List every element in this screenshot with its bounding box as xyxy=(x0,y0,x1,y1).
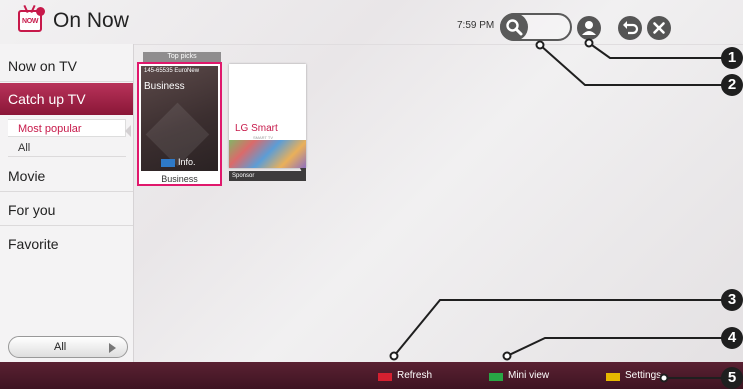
callout-3: 3 xyxy=(721,289,743,311)
callout-5: 5 xyxy=(721,367,743,389)
callout-2: 2 xyxy=(721,74,743,96)
app-window: NOW On Now 7:59 PM Now on TV Catch up TV… xyxy=(0,0,743,389)
callout-4: 4 xyxy=(721,327,743,349)
callout-1: 1 xyxy=(721,47,743,69)
callout-lines xyxy=(389,38,722,383)
